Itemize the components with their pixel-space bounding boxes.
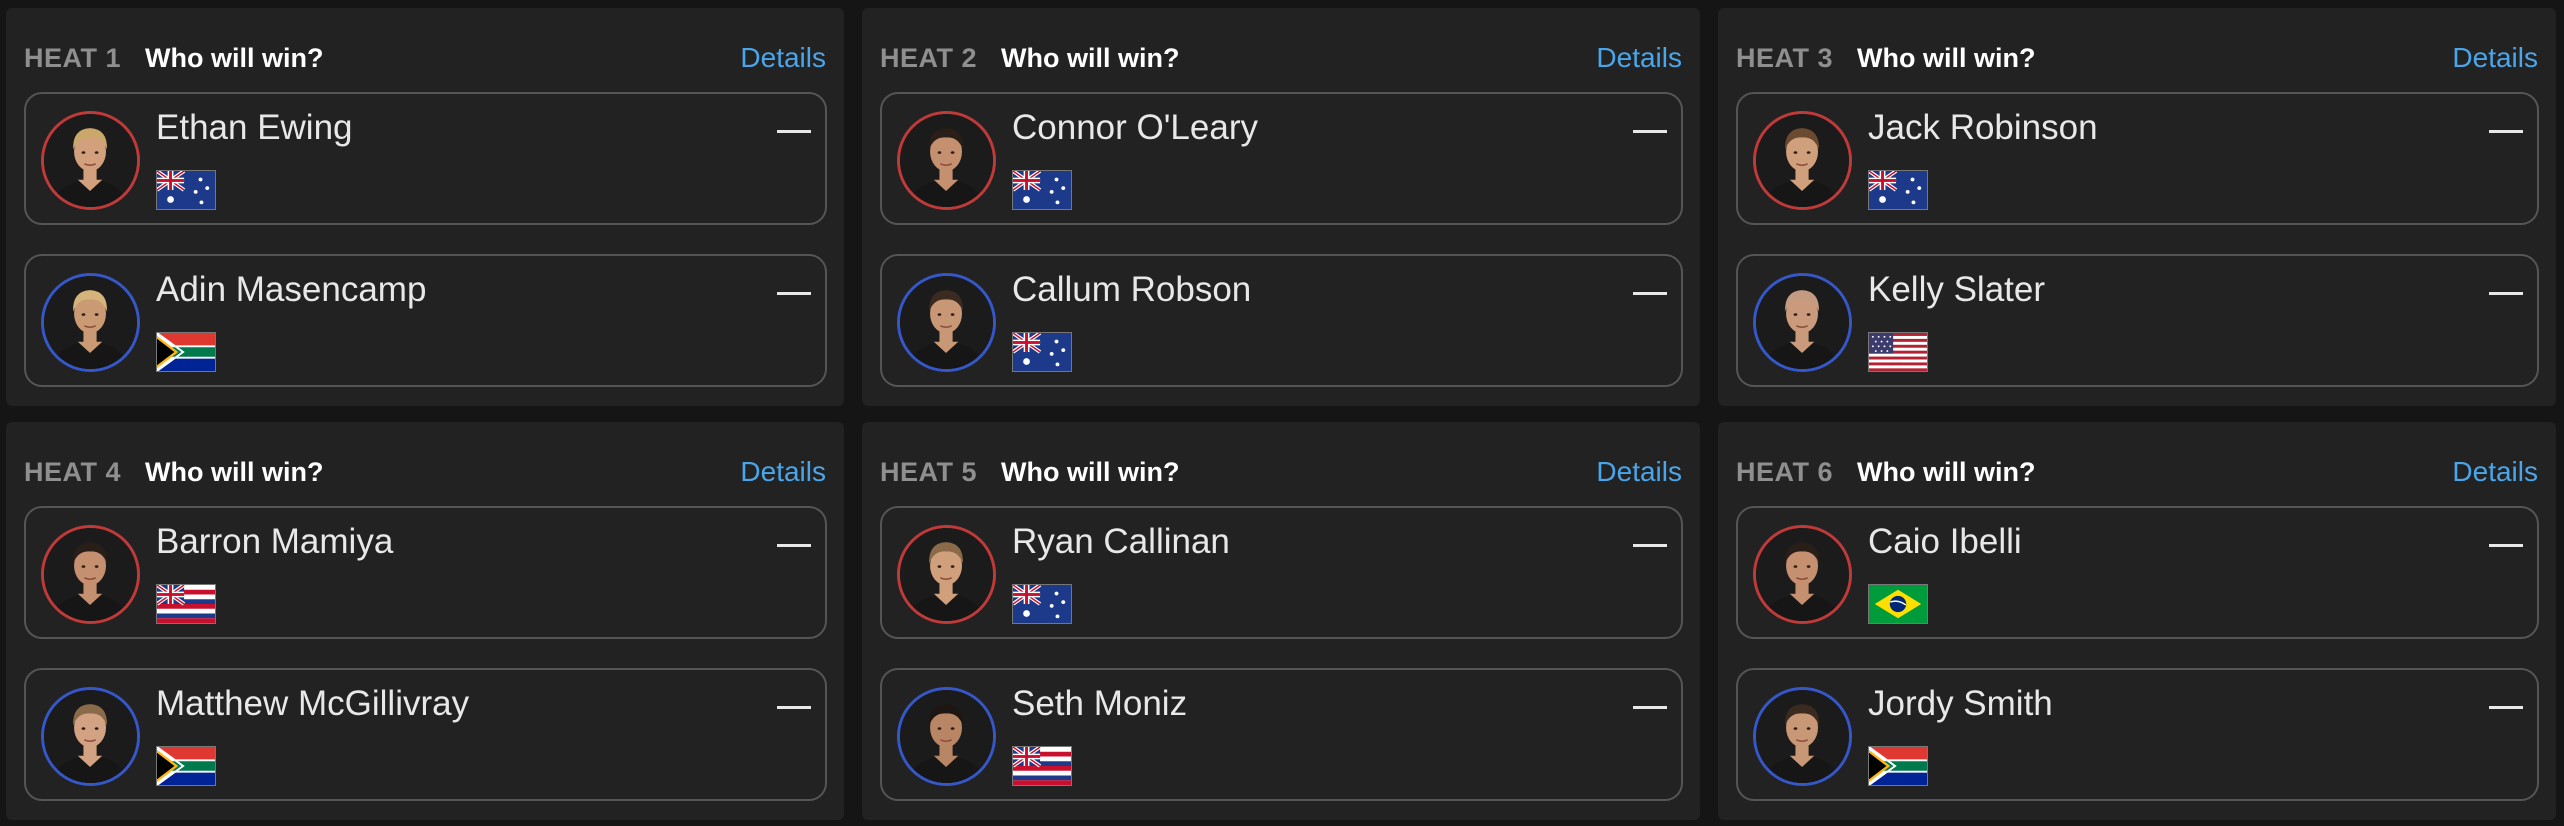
surfer-name: Callum Robson [1012,270,1252,309]
heat-number: HEAT 5 [880,456,978,487]
heat-question: Who will win? [1857,42,2036,73]
heat-header: HEAT 2 Who will win? Details [880,36,1682,80]
surfer-card[interactable]: Caio Ibelli [1736,506,2539,639]
surfer-avatar [897,687,996,786]
surfer-avatar [897,111,996,210]
heat-question: Who will win? [145,456,324,487]
score-placeholder-dash [1633,706,1667,709]
score-placeholder-dash [1633,130,1667,133]
surfer-name: Caio Ibelli [1868,522,2022,561]
details-link[interactable]: Details [1596,456,1682,488]
flag-hawaii [156,584,216,624]
surfer-avatar [897,273,996,372]
surfer-avatar [1753,111,1852,210]
flag-south-africa [1868,746,1928,786]
surfer-card[interactable]: Connor O'Leary [880,92,1683,225]
heat-panel: HEAT 1 Who will win? Details Ethan Ewing [6,8,844,406]
surfer-card[interactable]: Matthew McGillivray [24,668,827,801]
flag-australia [1012,584,1072,624]
heat-panel: HEAT 5 Who will win? Details Ryan Callin… [862,422,1700,820]
surfer-avatar [1753,687,1852,786]
surfer-card[interactable]: Jordy Smith [1736,668,2539,801]
details-link[interactable]: Details [2452,42,2538,74]
score-placeholder-dash [2489,292,2523,295]
heat-panel: HEAT 3 Who will win? Details Jack Robins… [1718,8,2556,406]
surfer-name: Adin Masencamp [156,270,427,309]
heat-header: HEAT 3 Who will win? Details [1736,36,2538,80]
surfer-card[interactable]: Callum Robson [880,254,1683,387]
heat-question: Who will win? [1001,42,1180,73]
heat-panel: HEAT 4 Who will win? Details Barron Mami… [6,422,844,820]
surfer-name: Ethan Ewing [156,108,353,147]
heat-number: HEAT 2 [880,42,978,73]
flag-australia [1868,170,1928,210]
heat-number: HEAT 4 [24,456,122,487]
score-placeholder-dash [777,130,811,133]
details-link[interactable]: Details [2452,456,2538,488]
heats-grid: HEAT 1 Who will win? Details Ethan Ewing [0,0,2564,826]
surfer-name: Jordy Smith [1868,684,2053,723]
score-placeholder-dash [777,544,811,547]
heat-number: HEAT 6 [1736,456,1834,487]
score-placeholder-dash [2489,706,2523,709]
score-placeholder-dash [1633,292,1667,295]
flag-south-africa [156,332,216,372]
heat-panel: HEAT 2 Who will win? Details Connor O'Le… [862,8,1700,406]
score-placeholder-dash [777,706,811,709]
details-link[interactable]: Details [740,456,826,488]
surfer-name: Seth Moniz [1012,684,1188,723]
surfer-avatar [41,525,140,624]
surfer-card[interactable]: Adin Masencamp [24,254,827,387]
surfer-name: Barron Mamiya [156,522,394,561]
heat-question: Who will win? [1001,456,1180,487]
surfer-card[interactable]: Barron Mamiya [24,506,827,639]
heat-header: HEAT 5 Who will win? Details [880,450,1682,494]
surfer-card[interactable]: Ethan Ewing [24,92,827,225]
surfer-avatar [1753,525,1852,624]
heat-header: HEAT 4 Who will win? Details [24,450,826,494]
heat-header: HEAT 1 Who will win? Details [24,36,826,80]
flag-hawaii [1012,746,1072,786]
score-placeholder-dash [2489,130,2523,133]
flag-south-africa [156,746,216,786]
flag-usa [1868,332,1928,372]
surfer-card[interactable]: Ryan Callinan [880,506,1683,639]
surfer-avatar [897,525,996,624]
score-placeholder-dash [1633,544,1667,547]
flag-australia [156,170,216,210]
surfer-name: Kelly Slater [1868,270,2046,309]
surfer-card[interactable]: Jack Robinson [1736,92,2539,225]
flag-australia [1012,332,1072,372]
heat-number: HEAT 3 [1736,42,1834,73]
heat-question: Who will win? [145,42,324,73]
surfer-name: Ryan Callinan [1012,522,1230,561]
surfer-card[interactable]: Seth Moniz [880,668,1683,801]
surfer-avatar [1753,273,1852,372]
surfer-avatar [41,111,140,210]
score-placeholder-dash [2489,544,2523,547]
flag-australia [1012,170,1072,210]
heat-header: HEAT 6 Who will win? Details [1736,450,2538,494]
heat-question: Who will win? [1857,456,2036,487]
details-link[interactable]: Details [1596,42,1682,74]
score-placeholder-dash [777,292,811,295]
heat-number: HEAT 1 [24,42,122,73]
surfer-card[interactable]: Kelly Slater [1736,254,2539,387]
surfer-avatar [41,687,140,786]
heat-panel: HEAT 6 Who will win? Details Caio Ibelli [1718,422,2556,820]
details-link[interactable]: Details [740,42,826,74]
surfer-avatar [41,273,140,372]
surfer-name: Connor O'Leary [1012,108,1258,147]
surfer-name: Matthew McGillivray [156,684,470,723]
surfer-name: Jack Robinson [1868,108,2098,147]
flag-brazil [1868,584,1928,624]
